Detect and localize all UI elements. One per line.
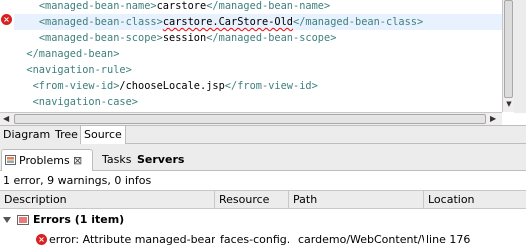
column-location[interactable]: Location <box>424 191 526 209</box>
overview-ruler <box>514 0 526 113</box>
code-line[interactable]: <navigation-case> <box>14 94 502 110</box>
errors-group-label: Errors (1 item) <box>33 213 125 226</box>
xml-tag: <from-view-id> <box>32 80 120 92</box>
xml-tag: </from-view-id> <box>224 80 318 92</box>
code-line[interactable]: <managed-bean-name>carstore</managed-bea… <box>14 0 502 14</box>
xml-tag: </managed-bean-class> <box>293 16 424 28</box>
error-path: cardemo/WebContent/WE <box>298 233 424 246</box>
tab-servers[interactable]: Servers <box>137 149 184 171</box>
view-tab-bar: Problems ⊠ Tasks Servers <box>0 149 526 171</box>
errors-group-icon <box>17 215 29 225</box>
editor-gutter: × <box>0 0 14 113</box>
error-description: error: Attribute managed-bean-c <box>49 233 215 246</box>
xml-tag: <navigation-rule> <box>26 64 132 76</box>
tab-diagram[interactable]: Diagram <box>0 126 55 144</box>
problems-table-body: Errors (1 item) × error: Attribute manag… <box>0 209 526 250</box>
error-location: line 176 <box>426 233 471 246</box>
error-marker-icon[interactable]: × <box>1 14 12 25</box>
problems-summary: 1 error, 9 warnings, 0 infos <box>0 171 526 190</box>
xml-tag: <managed-bean-scope> <box>38 32 163 44</box>
error-icon: × <box>36 234 47 245</box>
code-area[interactable]: <managed-bean-name>carstore</managed-bea… <box>14 0 502 112</box>
xml-tag: </managed-bean> <box>26 48 120 60</box>
tab-problems-label: Problems <box>19 154 70 167</box>
column-resource[interactable]: Resource <box>215 191 289 209</box>
scroll-down-arrow-icon[interactable]: ▼ <box>504 99 514 109</box>
code-line[interactable]: <navigation-rule> <box>14 62 502 78</box>
xml-text: session <box>162 32 207 44</box>
tab-tasks[interactable]: Tasks <box>102 149 131 171</box>
close-icon[interactable]: ⊠ <box>73 150 82 171</box>
code-line[interactable]: <managed-bean-class>carstore.CarStore-Ol… <box>14 14 502 30</box>
xml-text: /chooseLocale.jsp <box>119 80 225 92</box>
column-description[interactable]: Description <box>0 191 215 209</box>
error-text: carstore.CarStore-Old <box>162 16 293 28</box>
error-resource: faces-config. <box>220 233 289 246</box>
vertical-scroll-thumb[interactable] <box>504 0 513 98</box>
code-line[interactable]: </managed-bean> <box>14 46 502 62</box>
problems-table-header: Description Resource Path Location <box>0 190 526 209</box>
tab-source[interactable]: Source <box>80 126 126 144</box>
xml-text: carstore <box>156 0 207 12</box>
errors-group-row[interactable]: Errors (1 item) <box>0 211 526 229</box>
table-row[interactable]: × error: Attribute managed-bean-c faces-… <box>0 231 526 249</box>
column-path[interactable]: Path <box>289 191 424 209</box>
scroll-left-arrow-icon[interactable]: ◀ <box>3 114 9 123</box>
expand-twisty-icon[interactable] <box>3 217 11 223</box>
editor-page-tabs: Diagram Tree Source <box>0 125 526 144</box>
problems-icon <box>5 155 16 165</box>
xml-tag: <navigation-case> <box>32 96 138 108</box>
scroll-right-arrow-icon[interactable]: ▶ <box>490 114 496 123</box>
tab-problems[interactable]: Problems ⊠ <box>1 149 93 171</box>
xml-source-editor[interactable]: × <managed-bean-name>carstore</managed-b… <box>0 0 526 113</box>
xml-tag: <managed-bean-name> <box>38 0 157 12</box>
code-line[interactable]: <managed-bean-scope>session</managed-bea… <box>14 30 502 46</box>
horizontal-scroll-thumb[interactable] <box>14 114 486 124</box>
code-line[interactable]: <from-view-id>/chooseLocale.jsp</from-vi… <box>14 78 502 94</box>
horizontal-scrollbar[interactable]: ◀ ▶ <box>0 112 502 125</box>
tab-tree[interactable]: Tree <box>52 126 82 144</box>
xml-tag: <managed-bean-class> <box>38 16 163 28</box>
xml-tag: </managed-bean-scope> <box>206 32 337 44</box>
vertical-scrollbar[interactable]: ▼ <box>502 0 514 112</box>
xml-tag: </managed-bean-name> <box>206 0 331 12</box>
